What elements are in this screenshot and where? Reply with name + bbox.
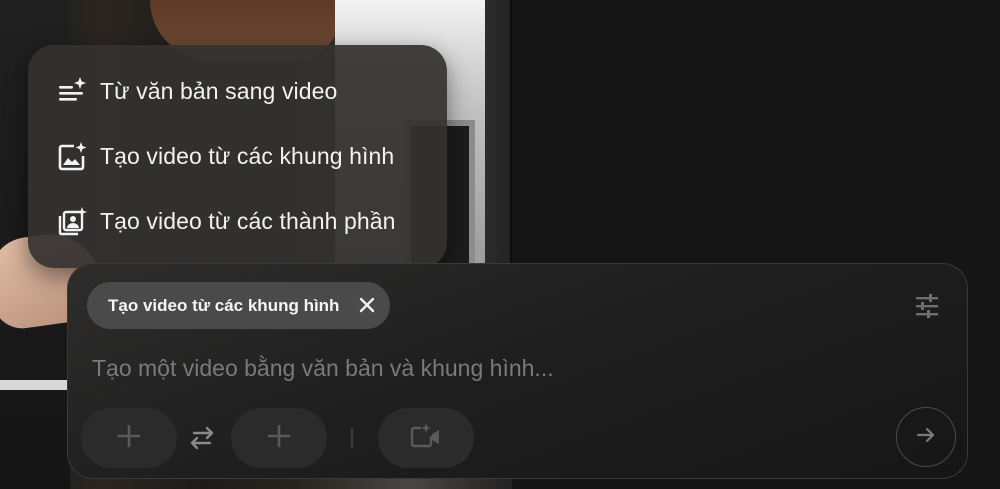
- add-start-frame-button[interactable]: [81, 408, 177, 468]
- menu-item-ingredients-to-video[interactable]: Tạo video từ các thành phần: [28, 189, 447, 254]
- video-camera-sparkle-icon: [409, 422, 443, 455]
- plus-icon: [116, 423, 142, 454]
- swap-frames-icon[interactable]: [186, 424, 218, 452]
- mode-chip[interactable]: Tạo video từ các khung hình: [87, 282, 390, 329]
- video-settings-button[interactable]: [378, 408, 474, 468]
- image-sparkle-icon: [56, 141, 88, 173]
- menu-item-label: Từ văn bản sang video: [100, 78, 338, 104]
- text-sparkle-icon: [56, 76, 88, 108]
- app-stage: Từ văn bản sang video Tạo video từ các k…: [0, 0, 1000, 489]
- mode-menu: Từ văn bản sang video Tạo video từ các k…: [28, 45, 447, 268]
- send-button[interactable]: [896, 407, 956, 467]
- prompt-input[interactable]: [92, 348, 792, 388]
- menu-item-label: Tạo video từ các khung hình: [100, 143, 395, 169]
- close-icon[interactable]: [354, 292, 380, 318]
- mode-chip-label: Tạo video từ các khung hình: [108, 295, 340, 315]
- toolbar-divider: [351, 428, 353, 448]
- menu-item-label: Tạo video từ các thành phần: [100, 208, 396, 234]
- arrow-right-icon: [915, 424, 937, 451]
- settings-sliders-icon[interactable]: [913, 292, 941, 320]
- menu-item-text-to-video[interactable]: Từ văn bản sang video: [28, 59, 447, 124]
- menu-item-frames-to-video[interactable]: Tạo video từ các khung hình: [28, 124, 447, 189]
- plus-icon: [266, 423, 292, 454]
- ingredients-sparkle-icon: [56, 206, 88, 238]
- prompt-composer: Tạo video từ các khung hình: [67, 263, 968, 479]
- add-end-frame-button[interactable]: [231, 408, 327, 468]
